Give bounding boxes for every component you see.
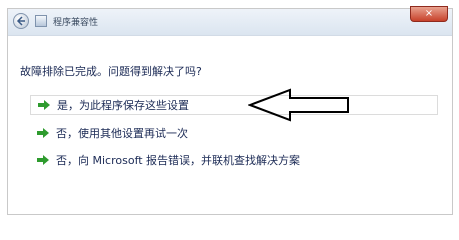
- back-button[interactable]: [13, 13, 29, 29]
- green-arrow-icon: [37, 155, 49, 165]
- green-arrow-icon: [37, 128, 49, 138]
- troubleshooter-window: 程序兼容性 × 故障排除已完成。问题得到解决了吗? 是，为此程序保存这些设置 否…: [7, 6, 453, 215]
- back-arrow-icon: [16, 16, 25, 26]
- option-report-to-microsoft[interactable]: 否，向 Microsoft 报告错误，并联机查找解决方案: [30, 150, 300, 170]
- option-label: 否，向 Microsoft 报告错误，并联机查找解决方案: [56, 154, 301, 167]
- option-save-settings[interactable]: 是，为此程序保存这些设置: [30, 95, 438, 115]
- window-title: 程序兼容性: [53, 18, 99, 28]
- annotation-arrow-icon: [248, 88, 349, 122]
- app-icon: [35, 15, 47, 27]
- option-label: 否，使用其他设置再试一次: [56, 127, 188, 140]
- result-question: 故障排除已完成。问题得到解决了吗?: [20, 65, 202, 78]
- option-label: 是，为此程序保存这些设置: [57, 99, 189, 112]
- green-arrow-icon: [38, 100, 50, 110]
- close-button[interactable]: ×: [410, 6, 448, 22]
- option-try-other-settings[interactable]: 否，使用其他设置再试一次: [30, 123, 188, 143]
- title-bar: 程序兼容性 ×: [8, 6, 452, 36]
